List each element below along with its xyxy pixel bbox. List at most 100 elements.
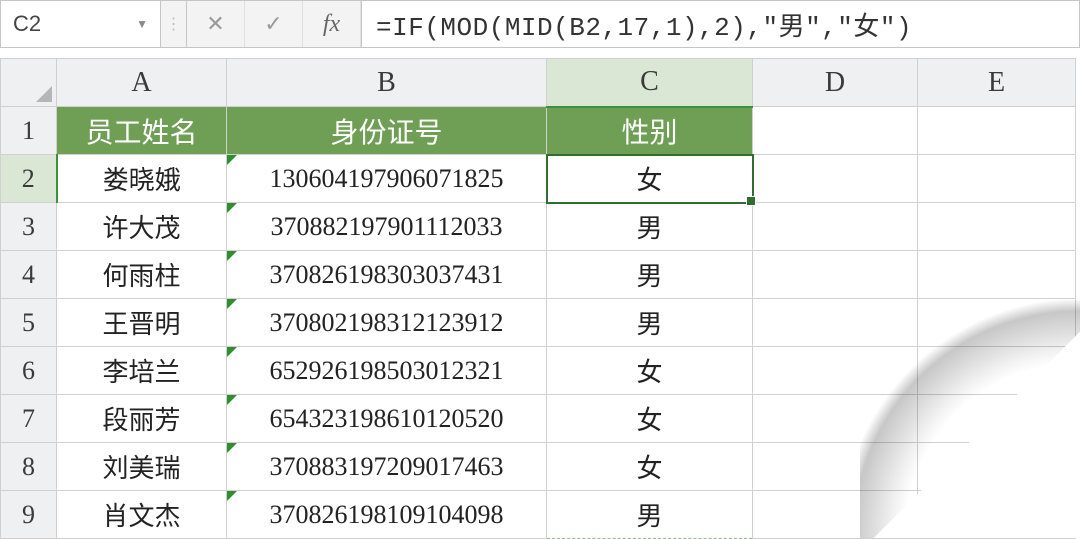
cell-A4[interactable]: 何雨柱: [57, 251, 227, 299]
cell-A9[interactable]: 肖文杰: [57, 491, 227, 539]
cell-text: 身份证号: [330, 118, 442, 149]
cell-C8[interactable]: 女: [547, 443, 753, 491]
cell-text: 刘美瑞: [102, 454, 180, 483]
col-header-B[interactable]: B: [227, 59, 547, 107]
cell-B7[interactable]: 654323198610120520: [227, 395, 547, 443]
formula-text: =IF(MOD(MID(B2,17,1),2),"男","女"): [376, 6, 912, 43]
cell-D8[interactable]: [753, 443, 918, 491]
row-label: 8: [22, 452, 35, 481]
cell-D4[interactable]: [753, 251, 918, 299]
cell-E6[interactable]: [918, 347, 1076, 395]
column-header-row: A B C D E: [1, 59, 1076, 107]
cell-C3[interactable]: 男: [547, 203, 753, 251]
cell-text: 段丽芳: [102, 406, 180, 435]
cell-text: 652926198503012321: [270, 356, 504, 385]
cell-C4[interactable]: 男: [547, 251, 753, 299]
row-header-6[interactable]: 6: [1, 347, 57, 395]
cell-E3[interactable]: [918, 203, 1076, 251]
cell-D3[interactable]: [753, 203, 918, 251]
cell-B3[interactable]: 370882197901112033: [227, 203, 547, 251]
cell-text: 女: [636, 358, 662, 387]
row-label: 4: [22, 260, 35, 289]
table-row: 9 肖文杰 370826198109104098 男: [1, 491, 1076, 539]
cell-C9[interactable]: 男: [547, 491, 753, 539]
cell-text: 370826198109104098: [270, 500, 504, 529]
cell-text: 男: [636, 310, 662, 339]
formula-input[interactable]: =IF(MOD(MID(B2,17,1),2),"男","女"): [361, 1, 1079, 47]
name-box-dropdown-icon[interactable]: ▼: [136, 17, 148, 31]
cell-text: 女: [636, 406, 662, 435]
row-header-5[interactable]: 5: [1, 299, 57, 347]
row-header-4[interactable]: 4: [1, 251, 57, 299]
cell-D2[interactable]: [753, 155, 918, 203]
cell-D5[interactable]: [753, 299, 918, 347]
cell-B4[interactable]: 370826198303037431: [227, 251, 547, 299]
worksheet: A B C D E 1 员工姓名 身份证号 性别 2 娄晓娥 130604197…: [0, 58, 1080, 539]
cell-E1[interactable]: [918, 107, 1076, 155]
cell-text: 男: [636, 502, 662, 531]
cell-A2[interactable]: 娄晓娥: [57, 155, 227, 203]
cell-D6[interactable]: [753, 347, 918, 395]
row-header-2[interactable]: 2: [1, 155, 57, 203]
cell-A5[interactable]: 王晋明: [57, 299, 227, 347]
confirm-button[interactable]: ✓: [245, 1, 303, 47]
table-row: 5 王晋明 370802198312123912 男: [1, 299, 1076, 347]
fx-icon: fx: [323, 11, 340, 38]
cell-B9[interactable]: 370826198109104098: [227, 491, 547, 539]
row-header-9[interactable]: 9: [1, 491, 57, 539]
cell-C1[interactable]: 性别: [547, 107, 753, 155]
cell-D1[interactable]: [753, 107, 918, 155]
col-header-E[interactable]: E: [918, 59, 1076, 107]
cell-E8[interactable]: [918, 443, 1076, 491]
cell-text: 性别: [621, 118, 677, 149]
confirm-icon: ✓: [264, 11, 282, 37]
row-label: 1: [22, 116, 35, 145]
select-all-corner[interactable]: [1, 59, 57, 107]
cell-E4[interactable]: [918, 251, 1076, 299]
cell-B1[interactable]: 身份证号: [227, 107, 547, 155]
cell-E2[interactable]: [918, 155, 1076, 203]
col-label: C: [640, 66, 659, 97]
grid: A B C D E 1 员工姓名 身份证号 性别 2 娄晓娥 130604197…: [0, 58, 1076, 539]
cancel-button[interactable]: ✕: [187, 1, 245, 47]
cell-A6[interactable]: 李培兰: [57, 347, 227, 395]
cell-B6[interactable]: 652926198503012321: [227, 347, 547, 395]
row-header-7[interactable]: 7: [1, 395, 57, 443]
cell-text: 男: [636, 214, 662, 243]
cell-E9[interactable]: [918, 491, 1076, 539]
cell-E7[interactable]: [918, 395, 1076, 443]
cell-C7[interactable]: 女: [547, 395, 753, 443]
row-header-1[interactable]: 1: [1, 107, 57, 155]
cell-text: 370883197209017463: [270, 452, 504, 481]
cell-E5[interactable]: [918, 299, 1076, 347]
table-row: 4 何雨柱 370826198303037431 男: [1, 251, 1076, 299]
col-label: E: [988, 67, 1005, 98]
col-label: D: [825, 67, 845, 98]
col-header-C[interactable]: C: [547, 59, 753, 107]
cell-A3[interactable]: 许大茂: [57, 203, 227, 251]
table-row: 1 员工姓名 身份证号 性别: [1, 107, 1076, 155]
cell-text: 娄晓娥: [103, 166, 181, 195]
cell-C5[interactable]: 男: [547, 299, 753, 347]
cell-B2[interactable]: 130604197906071825: [227, 155, 547, 203]
cell-C2[interactable]: 女: [547, 155, 753, 203]
col-header-A[interactable]: A: [57, 59, 227, 107]
name-box[interactable]: C2 ▼: [1, 1, 161, 47]
cell-A8[interactable]: 刘美瑞: [57, 443, 227, 491]
insert-function-button[interactable]: fx: [303, 1, 361, 47]
cell-C6[interactable]: 女: [547, 347, 753, 395]
col-label: A: [131, 67, 151, 98]
cell-B5[interactable]: 370802198312123912: [227, 299, 547, 347]
row-label: 9: [22, 500, 35, 529]
cell-text: 370882197901112033: [270, 212, 502, 241]
cell-D7[interactable]: [753, 395, 918, 443]
cell-A1[interactable]: 员工姓名: [57, 107, 227, 155]
cell-D9[interactable]: [753, 491, 918, 539]
row-header-3[interactable]: 3: [1, 203, 57, 251]
col-header-D[interactable]: D: [753, 59, 918, 107]
col-label: B: [377, 67, 396, 98]
cell-A7[interactable]: 段丽芳: [57, 395, 227, 443]
row-header-8[interactable]: 8: [1, 443, 57, 491]
table-row: 3 许大茂 370882197901112033 男: [1, 203, 1076, 251]
cell-B8[interactable]: 370883197209017463: [227, 443, 547, 491]
